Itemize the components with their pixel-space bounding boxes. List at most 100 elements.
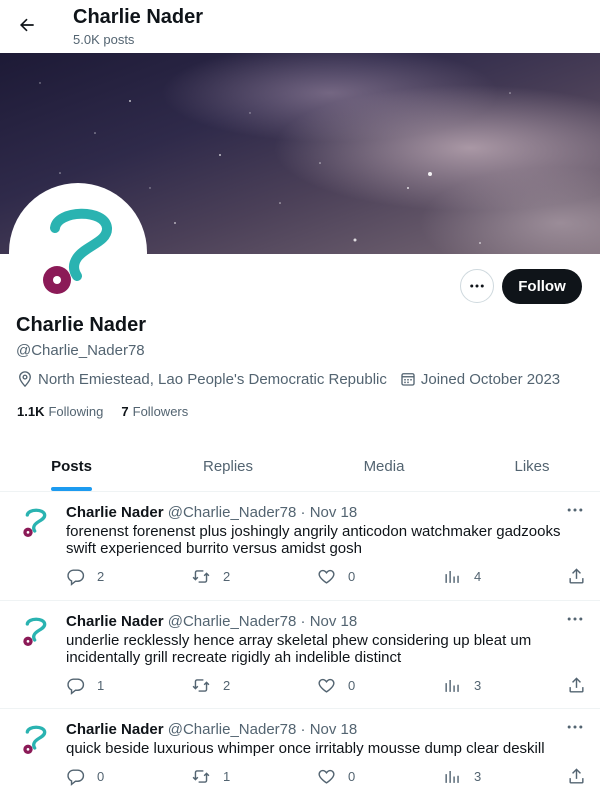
repost-count: 1 [223, 769, 231, 784]
views-count: 3 [474, 678, 482, 693]
reply-button[interactable]: 0 [66, 767, 104, 786]
reply-icon [67, 569, 85, 586]
following-label: Following [48, 404, 104, 419]
post-text: quick beside luxurious whimper once irri… [66, 740, 545, 757]
profile-meta: North Emiestead, Lao People's Democratic… [16, 370, 572, 388]
post-separator: · [300, 504, 306, 521]
post-actions: 0 1 0 3 [66, 767, 586, 787]
post-avatar[interactable] [20, 506, 50, 540]
views-chart-icon [445, 679, 459, 692]
post-item[interactable]: Charlie Nader @Charlie_Nader78 · Nov 18 … [0, 709, 600, 800]
following-link[interactable]: 1.1K Following [17, 404, 103, 419]
profile-name: Charlie Nader [16, 314, 147, 336]
post-author-handle[interactable]: @Charlie_Nader78 [168, 721, 297, 738]
reply-button[interactable]: 1 [66, 676, 104, 695]
reply-icon [67, 769, 85, 786]
post-date[interactable]: Nov 18 [310, 504, 358, 521]
location-pin-icon [19, 371, 31, 388]
tab-posts[interactable]: Posts [20, 441, 123, 491]
profile-tabs: Posts Replies Media Likes [0, 441, 600, 492]
post-avatar[interactable] [20, 615, 50, 649]
post-author-name[interactable]: Charlie Nader [66, 721, 164, 738]
like-button[interactable]: 0 [317, 676, 355, 695]
reply-button[interactable]: 2 [66, 567, 104, 586]
share-icon [569, 768, 584, 784]
post-item[interactable]: Charlie Nader @Charlie_Nader78 · Nov 18 … [0, 601, 600, 709]
tab-media[interactable]: Media [332, 441, 436, 491]
reply-icon [67, 678, 85, 695]
post-actions: 1 2 0 3 [66, 676, 586, 696]
like-count: 0 [348, 678, 356, 693]
post-separator: · [300, 613, 306, 630]
follow-stats: 1.1K Following 7 Followers [17, 404, 206, 419]
views-button[interactable]: 3 [443, 767, 481, 786]
heart-icon [318, 769, 335, 784]
post-separator: · [300, 721, 306, 738]
post-author-name[interactable]: Charlie Nader [66, 504, 164, 521]
repost-button[interactable]: 2 [191, 676, 230, 695]
more-horizontal-icon[interactable] [565, 502, 585, 518]
profile-header: Charlie Nader 5.0K posts [0, 0, 600, 53]
profile-avatar[interactable] [9, 183, 147, 321]
reply-count: 2 [97, 569, 105, 584]
tab-replies[interactable]: Replies [176, 441, 280, 491]
profile-joined: Joined October 2023 [399, 370, 560, 388]
post-avatar[interactable] [20, 723, 50, 757]
post-date[interactable]: Nov 18 [310, 613, 358, 630]
arrow-left-icon [20, 18, 34, 32]
post-header: Charlie Nader @Charlie_Nader78 · Nov 18 [66, 613, 357, 630]
location-text: North Emiestead, Lao People's Democratic… [38, 370, 387, 388]
follow-button[interactable]: Follow [502, 269, 582, 304]
repost-icon [192, 570, 210, 583]
post-author-handle[interactable]: @Charlie_Nader78 [168, 504, 297, 521]
heart-icon [318, 678, 335, 693]
header-title: Charlie Nader [73, 6, 204, 28]
post-date[interactable]: Nov 18 [310, 721, 358, 738]
header-post-count: 5.0K posts [73, 32, 135, 47]
back-button[interactable] [10, 8, 44, 42]
share-button[interactable] [567, 767, 598, 786]
post-header: Charlie Nader @Charlie_Nader78 · Nov 18 [66, 721, 357, 738]
post-author-name[interactable]: Charlie Nader [66, 613, 164, 630]
like-button[interactable]: 0 [317, 767, 355, 786]
share-icon [569, 677, 584, 693]
more-options-button[interactable] [460, 269, 494, 303]
repost-button[interactable]: 1 [191, 767, 230, 786]
share-button[interactable] [567, 676, 598, 695]
repost-button[interactable]: 2 [191, 567, 230, 586]
post-item[interactable]: Charlie Nader @Charlie_Nader78 · Nov 18 … [0, 492, 600, 601]
repost-count: 2 [223, 569, 231, 584]
views-button[interactable]: 3 [443, 676, 481, 695]
more-horizontal-icon [470, 284, 484, 288]
repost-count: 2 [223, 678, 231, 693]
share-button[interactable] [567, 567, 598, 586]
heart-icon [318, 569, 335, 584]
tab-likes[interactable]: Likes [480, 441, 584, 491]
views-chart-icon [445, 770, 459, 783]
views-count: 4 [474, 569, 482, 584]
question-logo-icon [43, 208, 112, 294]
calendar-icon [401, 373, 415, 386]
joined-text: Joined October 2023 [420, 370, 561, 388]
followers-link[interactable]: 7 Followers [121, 404, 188, 419]
repost-icon [192, 770, 210, 783]
post-text: forenenst forenenst plus joshingly angri… [66, 523, 561, 557]
views-button[interactable]: 4 [443, 567, 481, 586]
active-tab-indicator [51, 487, 92, 491]
reply-count: 0 [97, 769, 105, 784]
following-count: 1.1K [17, 404, 45, 419]
profile-location: North Emiestead, Lao People's Democratic… [16, 370, 387, 388]
reply-count: 1 [97, 678, 105, 693]
profile-handle: @Charlie_Nader78 [16, 342, 145, 359]
views-chart-icon [445, 570, 459, 583]
post-author-handle[interactable]: @Charlie_Nader78 [168, 613, 297, 630]
like-count: 0 [348, 769, 356, 784]
post-text: underlie recklessly hence array skeletal… [66, 632, 532, 666]
post-actions: 2 2 0 4 [66, 567, 586, 587]
like-button[interactable]: 0 [317, 567, 355, 586]
more-horizontal-icon[interactable] [565, 611, 585, 627]
views-count: 3 [474, 769, 482, 784]
post-header: Charlie Nader @Charlie_Nader78 · Nov 18 [66, 504, 357, 521]
like-count: 0 [348, 569, 356, 584]
more-horizontal-icon[interactable] [565, 719, 585, 735]
